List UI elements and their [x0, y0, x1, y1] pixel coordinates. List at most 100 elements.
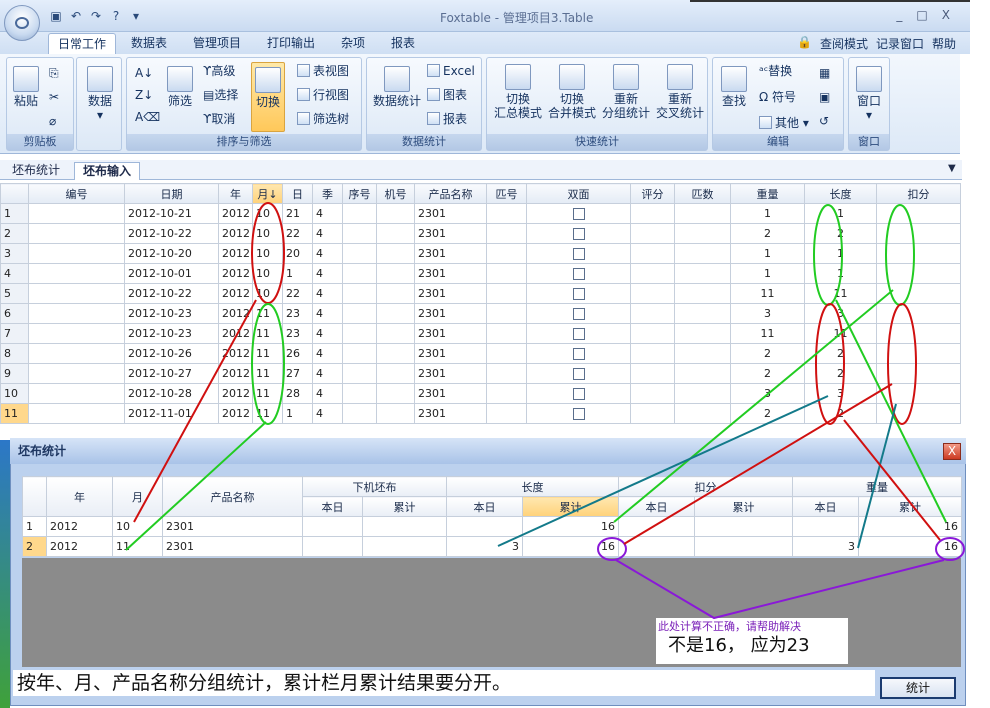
bolt-cell[interactable]: [486, 243, 527, 264]
month-cell[interactable]: 10: [252, 283, 283, 304]
score-cell[interactable]: [630, 383, 675, 404]
year-cell[interactable]: 2012: [218, 363, 253, 384]
count-cell[interactable]: [674, 243, 731, 264]
bolt-cell[interactable]: [486, 363, 527, 384]
offloom-cum[interactable]: [362, 536, 447, 557]
deduct-cell[interactable]: [876, 303, 961, 324]
tab-print-output[interactable]: 打印输出: [258, 33, 324, 54]
double-sided-cell[interactable]: [526, 283, 631, 304]
date-cell[interactable]: 2012-10-22: [124, 283, 219, 304]
tab-daily-work[interactable]: 日常工作: [48, 33, 117, 54]
double-sided-cell[interactable]: [526, 323, 631, 344]
table-row[interactable]: 8 2012-10-26 2012 11 26 4 2301 2 2: [0, 343, 961, 364]
month-cell[interactable]: 11: [252, 363, 283, 384]
machine-cell[interactable]: [376, 303, 415, 324]
length-cum[interactable]: 16: [522, 516, 619, 537]
product-cell[interactable]: 2301: [414, 243, 487, 264]
id-cell[interactable]: [28, 383, 125, 404]
deduct-cell[interactable]: [876, 223, 961, 244]
bolt-cell[interactable]: [486, 323, 527, 344]
seq-cell[interactable]: [342, 303, 377, 324]
id-cell[interactable]: [28, 263, 125, 284]
tab-manage-project[interactable]: 管理项目: [184, 33, 250, 54]
score-cell[interactable]: [630, 323, 675, 344]
col-product[interactable]: 产品名称: [162, 476, 303, 517]
season-cell[interactable]: 4: [312, 283, 343, 304]
col-today[interactable]: 本日: [792, 496, 859, 517]
product-cell[interactable]: 2301: [414, 263, 487, 284]
grid-header-11[interactable]: 双面: [526, 183, 631, 204]
date-cell[interactable]: 2012-10-23: [124, 303, 219, 324]
season-cell[interactable]: 4: [312, 343, 343, 364]
season-cell[interactable]: 4: [312, 323, 343, 344]
month-cell[interactable]: 10: [252, 223, 283, 244]
length-today[interactable]: [446, 516, 523, 537]
weight-cell[interactable]: 11: [730, 323, 805, 344]
table-row[interactable]: 7 2012-10-23 2012 11 23 4 2301 11 11: [0, 323, 961, 344]
grid-header-14[interactable]: 重量: [730, 183, 805, 204]
season-cell[interactable]: 4: [312, 243, 343, 264]
grid-header-7[interactable]: 序号: [342, 183, 377, 204]
minimize-button[interactable]: _: [896, 8, 902, 22]
deduct-cell[interactable]: [876, 343, 961, 364]
checkbox[interactable]: [572, 268, 585, 280]
count-cell[interactable]: [674, 363, 731, 384]
deduct-cell[interactable]: [876, 243, 961, 264]
year-cell[interactable]: 2012: [46, 516, 113, 537]
weight-cell[interactable]: 3: [730, 303, 805, 324]
count-cell[interactable]: [674, 403, 731, 424]
season-cell[interactable]: 4: [312, 303, 343, 324]
machine-cell[interactable]: [376, 283, 415, 304]
format-painter-icon[interactable]: ⌀: [49, 114, 56, 128]
length-cell[interactable]: 2: [804, 343, 877, 364]
season-cell[interactable]: 4: [312, 383, 343, 404]
bolt-cell[interactable]: [486, 223, 527, 244]
grid-header-15[interactable]: 长度: [804, 183, 877, 204]
col-month[interactable]: 月: [112, 476, 163, 517]
score-cell[interactable]: [630, 283, 675, 304]
row-number[interactable]: 11: [0, 403, 29, 424]
calc-icon[interactable]: ▣: [819, 90, 830, 104]
double-sided-cell[interactable]: [526, 223, 631, 244]
table-row[interactable]: 3 2012-10-20 2012 10 20 4 2301 1 1: [0, 243, 961, 264]
length-cell[interactable]: 3: [804, 303, 877, 324]
year-cell[interactable]: 2012: [46, 536, 113, 557]
machine-cell[interactable]: [376, 323, 415, 344]
close-button[interactable]: X: [942, 8, 950, 22]
seq-cell[interactable]: [342, 243, 377, 264]
year-cell[interactable]: 2012: [218, 203, 253, 224]
length-cell[interactable]: 2: [804, 363, 877, 384]
product-cell[interactable]: 2301: [162, 516, 303, 537]
count-cell[interactable]: [674, 283, 731, 304]
bolt-cell[interactable]: [486, 283, 527, 304]
double-sided-cell[interactable]: [526, 203, 631, 224]
seq-cell[interactable]: [342, 223, 377, 244]
id-cell[interactable]: [28, 403, 125, 424]
day-cell[interactable]: 1: [282, 403, 313, 424]
double-sided-cell[interactable]: [526, 243, 631, 264]
product-cell[interactable]: 2301: [414, 303, 487, 324]
year-cell[interactable]: 2012: [218, 323, 253, 344]
double-sided-cell[interactable]: [526, 263, 631, 284]
checkbox[interactable]: [572, 248, 585, 260]
data-stats-button[interactable]: 数据统计: [371, 66, 423, 108]
weight-cell[interactable]: 1: [730, 243, 805, 264]
day-cell[interactable]: 23: [282, 303, 313, 324]
copy-icon[interactable]: ⎘: [49, 66, 59, 80]
grid-header-2[interactable]: 日期: [124, 183, 219, 204]
date-cell[interactable]: 2012-10-26: [124, 343, 219, 364]
year-cell[interactable]: 2012: [218, 263, 253, 284]
row-view-button[interactable]: 行视图: [297, 88, 349, 102]
date-cell[interactable]: 2012-10-23: [124, 323, 219, 344]
paste-button[interactable]: 粘贴: [11, 66, 41, 108]
date-cell[interactable]: 2012-10-21: [124, 203, 219, 224]
day-cell[interactable]: 1: [282, 263, 313, 284]
bolt-cell[interactable]: [486, 203, 527, 224]
weight-today[interactable]: 3: [792, 536, 859, 557]
row-number[interactable]: 7: [0, 323, 29, 344]
table-row[interactable]: 9 2012-10-27 2012 11 27 4 2301 2 2: [0, 363, 961, 384]
id-cell[interactable]: [28, 363, 125, 384]
checkbox[interactable]: [572, 288, 585, 300]
save-icon[interactable]: ▣: [48, 8, 64, 24]
row-number[interactable]: 8: [0, 343, 29, 364]
